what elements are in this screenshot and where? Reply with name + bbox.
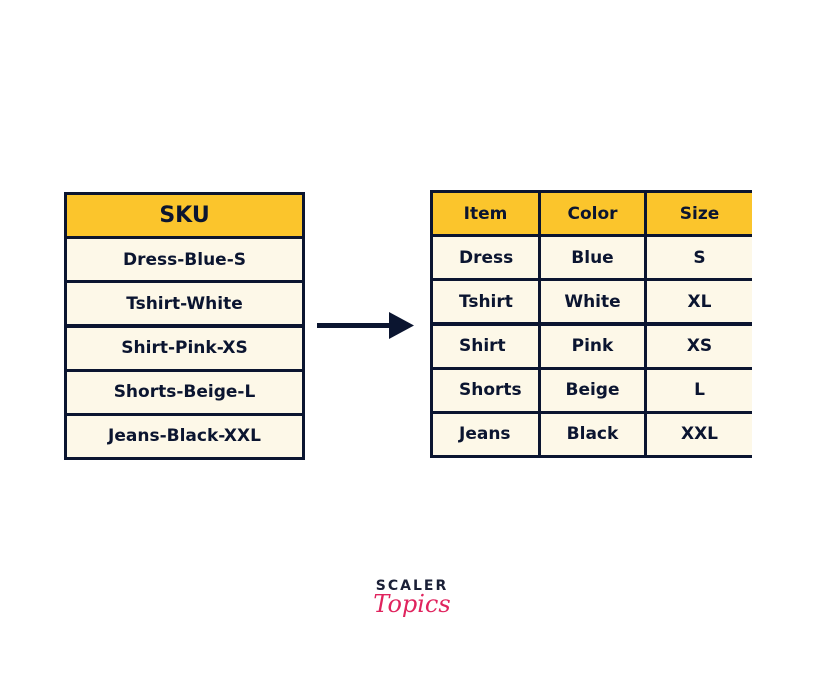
logo-product: Topics (373, 590, 451, 618)
item-cell: Jeans (433, 413, 538, 455)
header-size: Size (647, 193, 752, 235)
sku-table: SKU Dress-Blue-S Tshirt-White Shirt-Pink-XS… (64, 192, 305, 460)
sku-cell: Tshirt-White (67, 283, 302, 325)
item-cell: Tshirt (433, 281, 538, 323)
color-cell: Pink (541, 325, 644, 367)
size-cell: L (647, 369, 752, 411)
color-cell: Beige (541, 369, 644, 411)
item-cell: Shirt (433, 325, 538, 367)
size-cell: XXL (647, 413, 752, 455)
sku-cell: Shorts-Beige-L (67, 371, 302, 413)
color-cell: Black (541, 413, 644, 455)
color-cell: White (541, 281, 644, 323)
size-cell: XL (647, 281, 752, 323)
scaler-topics-logo: SCALER Topics (372, 578, 452, 618)
header-color: Color (541, 193, 644, 235)
item-cell: Dress (433, 237, 538, 279)
header-item: Item (433, 193, 538, 235)
split-table: Item Color Size Dress Blue S Tshirt White XL Shir… (430, 190, 752, 458)
size-cell: S (647, 237, 752, 279)
sku-header: SKU (67, 195, 302, 237)
color-cell: Blue (541, 237, 644, 279)
sku-cell: Shirt-Pink-XS (67, 327, 302, 369)
arrow-right-icon (317, 312, 414, 339)
sku-cell: Jeans-Black-XXL (67, 415, 302, 457)
item-cell: Shorts (433, 369, 538, 411)
size-cell: XS (647, 325, 752, 367)
sku-cell: Dress-Blue-S (67, 239, 302, 281)
